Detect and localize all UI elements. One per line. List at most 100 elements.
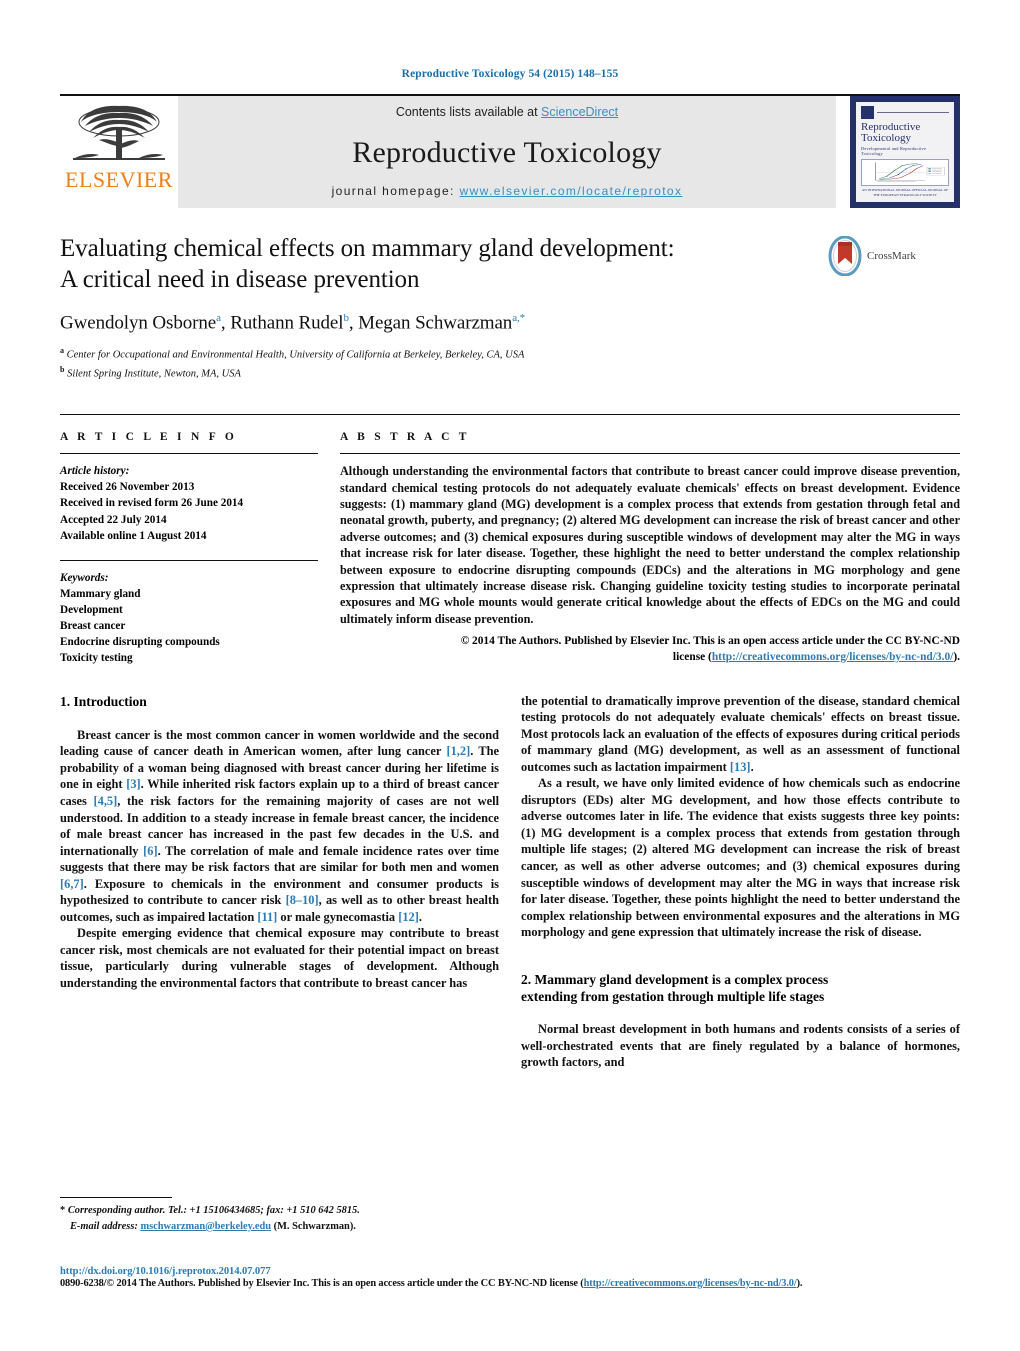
info-abstract-region: A R T I C L E I N F O Article history: R… bbox=[60, 414, 960, 666]
issn-prefix: 0890-6238/© 2014 The Authors. Published … bbox=[60, 1278, 584, 1289]
article-history-label: Article history: bbox=[60, 465, 130, 478]
cover-rule bbox=[877, 112, 949, 113]
journal-masthead: ELSEVIER Contents lists available at Sci… bbox=[60, 94, 960, 208]
affiliation-mark: b bbox=[60, 364, 65, 374]
masthead-center: Contents lists available at ScienceDirec… bbox=[178, 96, 836, 208]
title-block: CrossMark Evaluating chemical effects on… bbox=[60, 234, 960, 382]
contents-list-line: Contents lists available at ScienceDirec… bbox=[396, 105, 618, 119]
section-heading-introduction: 1. Introduction bbox=[60, 693, 147, 709]
article-history-item: Received 26 November 2013 bbox=[60, 481, 195, 494]
citation-link[interactable]: [1,2] bbox=[446, 744, 470, 758]
keyword-item: Development bbox=[60, 604, 123, 617]
keyword-item: Toxicity testing bbox=[60, 652, 133, 665]
issn-copyright-line: 0890-6238/© 2014 The Authors. Published … bbox=[60, 1278, 960, 1289]
article-title-line2: A critical need in disease prevention bbox=[60, 265, 420, 293]
paragraph: Breast cancer is the most common cancer … bbox=[60, 727, 500, 924]
citation-link[interactable]: [3] bbox=[126, 777, 140, 791]
journal-homepage-link[interactable]: www.elsevier.com/locate/reprotox bbox=[460, 184, 683, 198]
homepage-prefix: journal homepage: bbox=[331, 184, 460, 198]
cover-inner: Reproductive Toxicology Developmental an… bbox=[856, 102, 954, 202]
abstract-copyright: © 2014 The Authors. Published by Elsevie… bbox=[340, 634, 960, 665]
email-label: E-mail address: bbox=[70, 1220, 138, 1232]
body-right-column: the potential to dramatically improve pr… bbox=[521, 693, 960, 1071]
footnote-email-line: E-mail address: mschwarzman@berkeley.edu… bbox=[60, 1219, 494, 1234]
email-link[interactable]: mschwarzman@berkeley.edu bbox=[140, 1221, 271, 1232]
footnote-corresponding-text: Corresponding author. Tel.: +1 151064346… bbox=[67, 1205, 360, 1217]
affiliation-mark: a bbox=[60, 346, 64, 356]
cover-figure bbox=[861, 159, 949, 186]
citation-link[interactable]: [4,5] bbox=[94, 794, 118, 808]
footer-license-link[interactable]: http://creativecommons.org/licenses/by-n… bbox=[584, 1278, 797, 1289]
author-name[interactable]: Ruthann Rudel bbox=[230, 312, 343, 333]
footnote-rule bbox=[60, 1197, 172, 1199]
section-heading-mammary-gland-development: 2. Mammary gland development is a comple… bbox=[521, 971, 960, 1006]
doi-link[interactable]: http://dx.doi.org/10.1016/j.reprotox.201… bbox=[60, 1266, 271, 1277]
divider bbox=[60, 559, 318, 561]
doi-line: http://dx.doi.org/10.1016/j.reprotox.201… bbox=[60, 1266, 960, 1277]
journal-article-page: Reproductive Toxicology 54 (2015) 148–15… bbox=[0, 0, 1020, 1351]
elsevier-wordmark: ELSEVIER bbox=[65, 167, 173, 192]
paragraph: As a result, we have only limited eviden… bbox=[521, 776, 960, 940]
citation-link[interactable]: [13] bbox=[730, 760, 751, 774]
corresponding-author-footnote: * Corresponding author. Tel.: +1 1510643… bbox=[60, 1197, 494, 1234]
citation-link[interactable]: [8–10] bbox=[286, 893, 319, 907]
sciencedirect-link[interactable]: ScienceDirect bbox=[541, 105, 618, 119]
copyright-line1: © 2014 The Authors. Published by Elsevie… bbox=[460, 635, 960, 648]
journal-title: Reproductive Toxicology bbox=[352, 135, 662, 169]
crossmark-label: CrossMark bbox=[867, 250, 916, 262]
page-footer: http://dx.doi.org/10.1016/j.reprotox.201… bbox=[60, 1266, 960, 1289]
license-link[interactable]: http://creativecommons.org/licenses/by-n… bbox=[712, 651, 954, 663]
author-name[interactable]: Megan Schwarzman bbox=[358, 312, 512, 333]
author-list: Gwendolyn Osbornea, Ruthann Rudelb, Mega… bbox=[60, 312, 526, 334]
cover-topbar bbox=[861, 106, 949, 119]
affiliation-item: a Center for Occupational and Environmen… bbox=[60, 345, 960, 363]
divider bbox=[60, 453, 318, 455]
crossmark-badge[interactable]: CrossMark bbox=[828, 236, 960, 276]
divider bbox=[340, 453, 960, 455]
section-heading-line1: 2. Mammary gland development is a comple… bbox=[521, 971, 829, 987]
citation-link[interactable]: [6] bbox=[143, 844, 157, 858]
affiliation-list: a Center for Occupational and Environmen… bbox=[60, 345, 960, 382]
article-info-column: A R T I C L E I N F O Article history: R… bbox=[60, 431, 318, 666]
keyword-item: Mammary gland bbox=[60, 587, 141, 600]
affiliation-text: Silent Spring Institute, Newton, MA, USA bbox=[67, 368, 241, 380]
footnote-star: * bbox=[60, 1205, 66, 1217]
keywords-group: Keywords: Mammary gland Development Brea… bbox=[60, 570, 318, 667]
author-affil-mark: a bbox=[216, 312, 221, 324]
cover-subtitle: Developmental and Reproductive Toxicolog… bbox=[861, 146, 927, 157]
journal-homepage-line: journal homepage: www.elsevier.com/locat… bbox=[332, 184, 683, 198]
cover-journal-name-line2: Toxicology bbox=[861, 132, 911, 145]
contents-prefix: Contents lists available at bbox=[395, 105, 542, 119]
keyword-item: Endocrine disrupting compounds bbox=[60, 636, 220, 649]
article-history-group: Article history: Received 26 November 20… bbox=[60, 463, 318, 544]
article-title-line1: Evaluating chemical effects on mammary g… bbox=[60, 235, 675, 262]
body-columns: 1. Introduction Breast cancer is the mos… bbox=[60, 693, 960, 1071]
keyword-item: Breast cancer bbox=[60, 620, 126, 633]
cover-chart-icon bbox=[862, 160, 948, 185]
body-left-column: 1. Introduction Breast cancer is the mos… bbox=[60, 693, 499, 1071]
section-heading-line2: extending from gestation through multipl… bbox=[521, 988, 825, 1004]
article-history-item: Accepted 22 July 2014 bbox=[60, 513, 167, 526]
author-name[interactable]: Gwendolyn Osborne bbox=[60, 312, 216, 333]
footnote-corresponding-line: * Corresponding author. Tel.: +1 1510643… bbox=[60, 1203, 494, 1218]
keywords-label: Keywords: bbox=[60, 571, 109, 584]
author-affil-mark: a,* bbox=[512, 312, 526, 324]
author-affil-mark: b bbox=[343, 312, 349, 324]
keywords-block: Keywords: Mammary gland Development Brea… bbox=[60, 559, 318, 667]
crossmark-icon bbox=[828, 236, 862, 276]
article-history-item: Available online 1 August 2014 bbox=[60, 529, 207, 542]
article-history-item: Received in revised form 26 June 2014 bbox=[60, 497, 244, 510]
cover-badge-icon bbox=[861, 106, 874, 119]
email-suffix: (M. Schwarzman). bbox=[273, 1220, 356, 1232]
paragraph: the potential to dramatically improve pr… bbox=[521, 693, 960, 774]
abstract-text: Although understanding the environmental… bbox=[340, 464, 960, 626]
citation-link[interactable]: [6,7] bbox=[60, 877, 84, 891]
citation-link[interactable]: [11] bbox=[257, 910, 277, 924]
issn-suffix: ). bbox=[796, 1278, 803, 1289]
abstract-heading: A B S T R A C T bbox=[340, 431, 470, 444]
footnote-text: * Corresponding author. Tel.: +1 1510643… bbox=[60, 1203, 494, 1234]
citation-link[interactable]: [12] bbox=[398, 910, 419, 924]
paragraph: Normal breast development in both humans… bbox=[521, 1022, 960, 1070]
copyright-line2-suffix: ). bbox=[953, 650, 960, 663]
journal-cover-thumbnail: Reproductive Toxicology Developmental an… bbox=[850, 96, 960, 208]
